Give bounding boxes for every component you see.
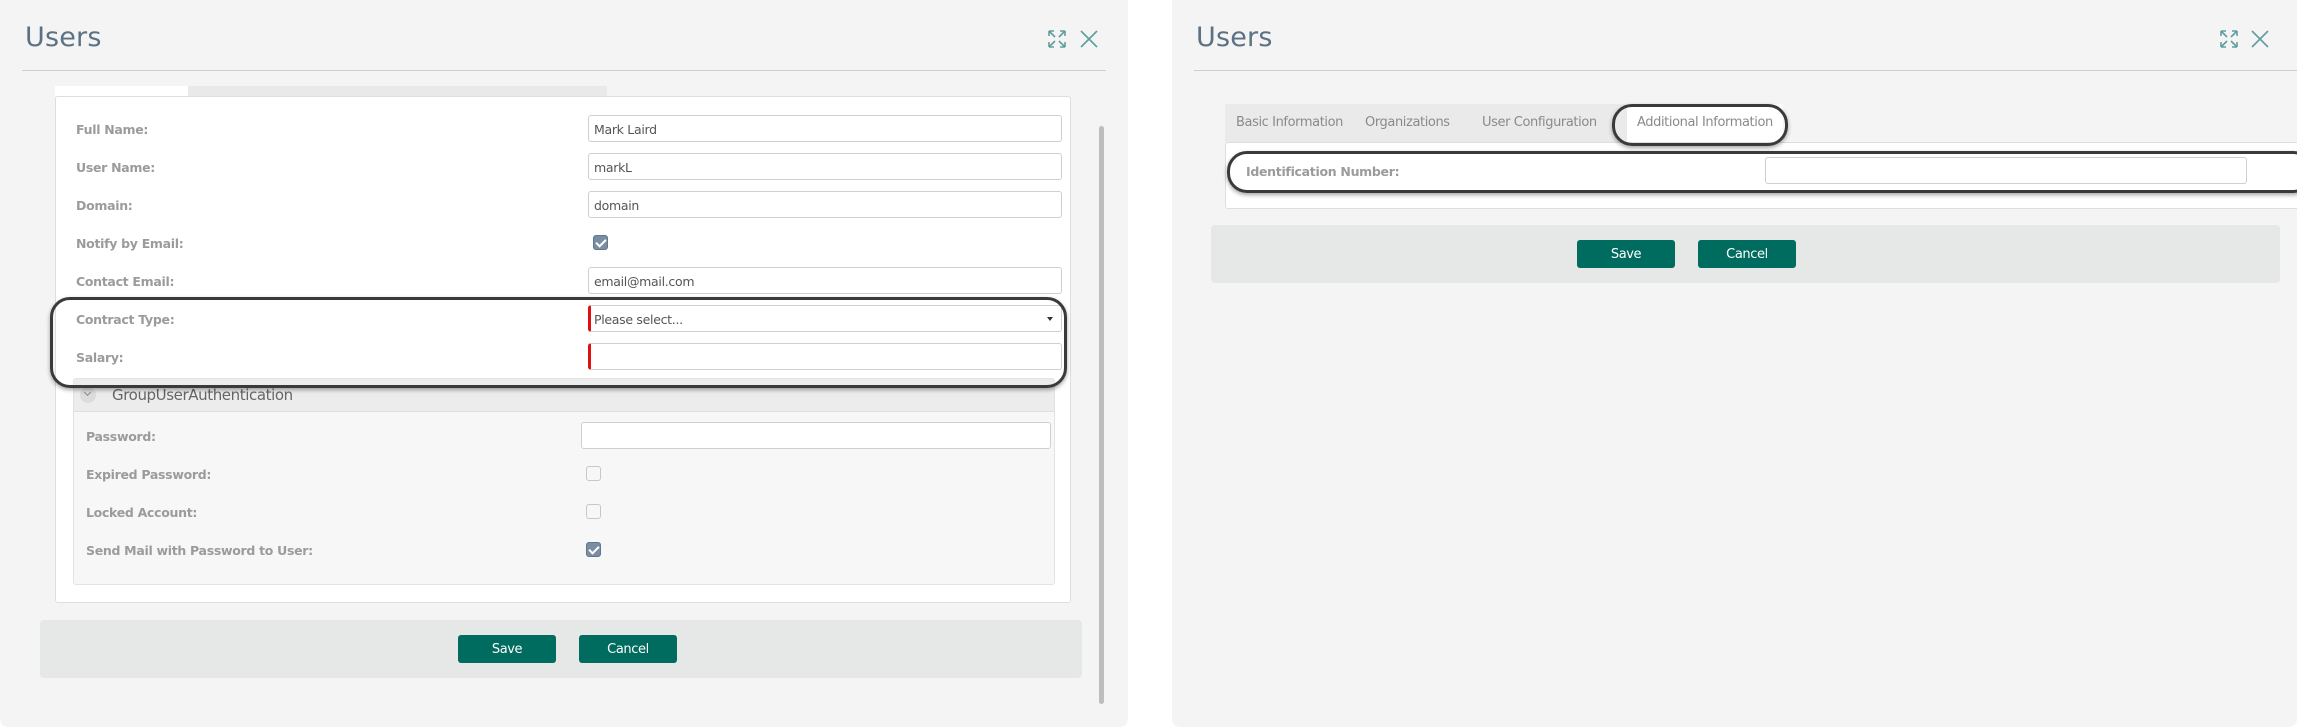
header-divider [1194, 70, 2297, 71]
full-name-input[interactable]: Mark Laird [588, 115, 1062, 142]
tab-bar: Basic Information Organizations User Con… [1225, 104, 2284, 142]
field-label: User Name: [76, 160, 155, 175]
save-button[interactable]: Save [458, 635, 556, 663]
cancel-button[interactable]: Cancel [1698, 240, 1796, 268]
field-label: Salary: [76, 350, 124, 365]
locked-account-checkbox[interactable] [586, 504, 601, 519]
close-x-icon[interactable] [1078, 28, 1100, 50]
user-name-input[interactable]: markL [588, 153, 1062, 180]
dialog-title: Users [25, 22, 102, 53]
field-label: Send Mail with Password to User: [86, 543, 313, 558]
additional-info-form: Identification Number: [1225, 142, 2297, 209]
field-label: Contract Type: [76, 312, 175, 327]
user-form: Full Name: Mark Laird User Name: markL D… [55, 96, 1071, 603]
chevron-down-icon[interactable] [80, 387, 96, 403]
password-input[interactable] [581, 422, 1051, 449]
salary-input[interactable] [588, 343, 1062, 370]
dialog-footer: Save Cancel [1211, 225, 2280, 283]
tab-basic-information[interactable]: Basic Information [1236, 104, 1343, 142]
dialog-title: Users [1196, 22, 1273, 53]
group-user-authentication: GroupUserAuthentication Password: Expire… [73, 378, 1055, 585]
header-divider [22, 70, 1106, 71]
active-tab[interactable] [55, 86, 188, 96]
contact-email-input[interactable]: email@mail.com [588, 267, 1062, 294]
expand-arrows-icon[interactable] [1046, 28, 1068, 50]
tab-organizations[interactable]: Organizations [1365, 104, 1450, 142]
group-title: GroupUserAuthentication [112, 386, 293, 404]
field-label: Full Name: [76, 122, 149, 137]
dropdown-caret-icon [1047, 317, 1053, 321]
field-label: Contact Email: [76, 274, 175, 289]
field-label: Domain: [76, 198, 133, 213]
notify-by-email-checkbox[interactable] [593, 235, 608, 250]
field-label: Expired Password: [86, 467, 212, 482]
identification-number-input[interactable] [1765, 157, 2247, 184]
cancel-button[interactable]: Cancel [579, 635, 677, 663]
field-label: Password: [86, 429, 156, 444]
tab-additional-information[interactable]: Additional Information [1627, 104, 1783, 142]
group-header[interactable]: GroupUserAuthentication [74, 379, 1054, 412]
expired-password-checkbox[interactable] [586, 466, 601, 481]
tab-strip [55, 86, 607, 96]
users-dialog-left: Users Full Name: Mark Laird User Name: m… [0, 0, 1128, 727]
dialog-footer: Save Cancel [40, 620, 1082, 678]
field-label: Locked Account: [86, 505, 198, 520]
close-x-icon[interactable] [2249, 28, 2271, 50]
vertical-scrollbar[interactable] [1099, 126, 1104, 704]
field-label: Notify by Email: [76, 236, 184, 251]
field-label: Identification Number: [1246, 164, 1400, 179]
expand-arrows-icon[interactable] [2218, 28, 2240, 50]
save-button[interactable]: Save [1577, 240, 1675, 268]
contract-type-select[interactable]: Please select... [588, 305, 1062, 332]
domain-input[interactable]: domain [588, 191, 1062, 218]
users-dialog-right: Users Basic Information Organizations Us… [1172, 0, 2297, 727]
tab-user-configuration[interactable]: User Configuration [1482, 104, 1597, 142]
select-value: Please select... [594, 312, 683, 327]
send-mail-password-checkbox[interactable] [586, 542, 601, 557]
